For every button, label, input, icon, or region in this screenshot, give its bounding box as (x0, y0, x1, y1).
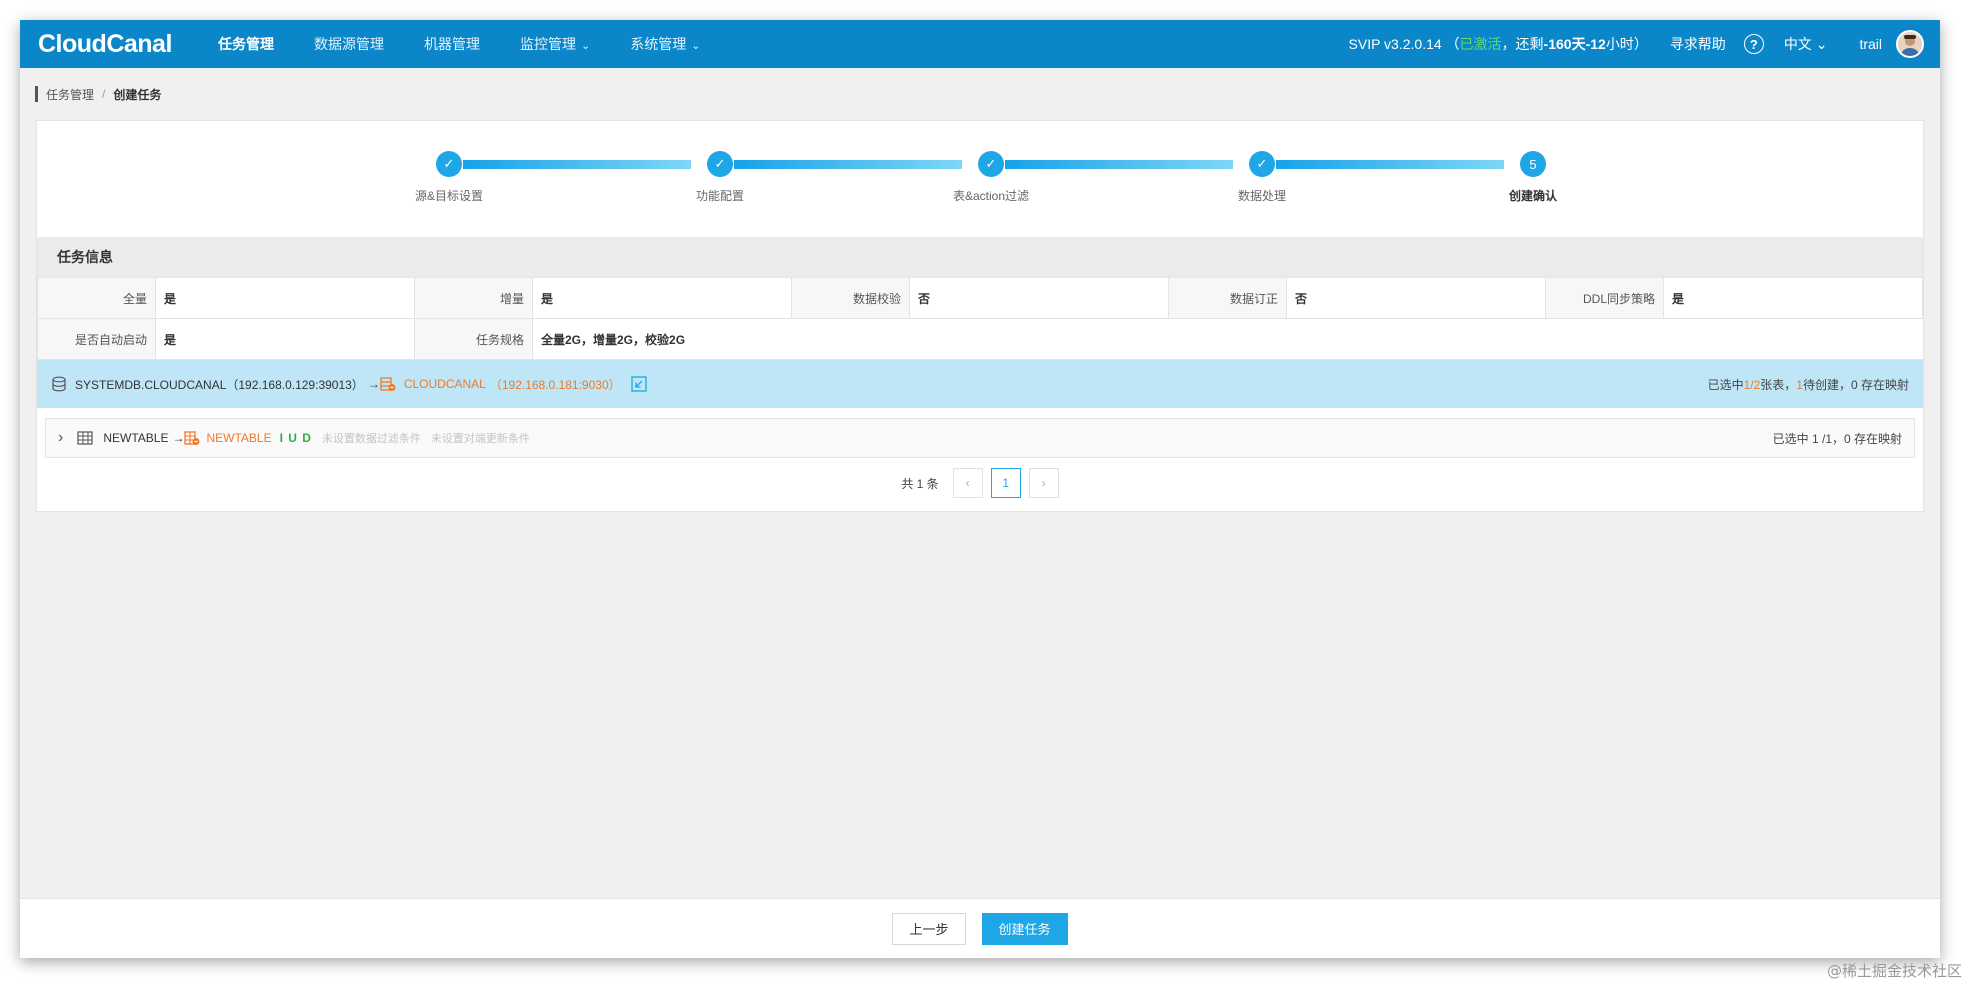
info-value: 否 (909, 277, 1169, 319)
footer-actions: 上一步 创建任务 (20, 898, 1940, 958)
task-info-title: 任务信息 (37, 237, 1923, 277)
app-logo[interactable]: CloudCanal (38, 30, 198, 59)
expand-icon[interactable]: › (58, 429, 63, 447)
nav-monitor-management[interactable]: 监控管理 ⌄ (500, 20, 610, 68)
update-condition-hint[interactable]: 未设置对端更新条件 (431, 430, 530, 446)
info-value: 否 (1286, 277, 1546, 319)
info-key: 是否自动启动 (37, 318, 156, 360)
step-connector (734, 160, 962, 169)
table-row: 是否自动启动 是 任务规格 全量2G，增量2G，校验2G (37, 318, 1923, 360)
create-task-button[interactable]: 创建任务 (981, 912, 1068, 945)
step-3-label: 表&action过滤 (952, 189, 1030, 203)
chevron-down-icon: ⌄ (581, 40, 591, 52)
username[interactable]: trail (1859, 36, 1882, 52)
step-5-number: 5 (1520, 151, 1546, 177)
info-value: 是 (155, 318, 415, 360)
question-icon[interactable]: ? (1743, 34, 1764, 54)
target-table: NEWTABLE (206, 431, 272, 445)
step-2-check-icon: ✓ (707, 151, 733, 177)
prev-page-button[interactable]: ‹ (952, 468, 983, 498)
nav-task-management[interactable]: 任务管理 (198, 20, 294, 68)
table-icon (77, 431, 93, 445)
info-key: DDL同步策略 (1545, 277, 1664, 319)
pagination: 共 1 条 ‹ 1 › (37, 468, 1923, 498)
step-4-label: 数据处理 (1237, 189, 1286, 203)
language-selector[interactable]: 中文 ⌄ (1784, 34, 1828, 54)
database-icon (52, 376, 66, 392)
stepper: ✓ 源&目标设置 ✓ 功能配置 ✓ 表&action过滤 ✓ 数据处理 5 创建… (37, 121, 1923, 237)
prev-step-button[interactable]: 上一步 (892, 912, 966, 945)
target-db-address: （192.168.0.181:9030） (489, 377, 621, 392)
top-navbar: CloudCanal 任务管理 数据源管理 机器管理 监控管理 ⌄ 系统管理 ⌄ S… (20, 20, 1940, 68)
step-1-label: 源&目标设置 (414, 189, 483, 203)
pagination-total: 共 1 条 (901, 476, 939, 491)
task-info-table: 全量 是 增量 是 数据校验 否 数据订正 否 DDL同步策略 是 是否自动启动… (37, 277, 1923, 360)
breadcrumb-parent[interactable]: 任务管理 (46, 86, 94, 103)
info-key: 数据订正 (1168, 277, 1287, 319)
next-page-button[interactable]: › (1028, 468, 1059, 498)
target-db-name: CLOUDCANAL (403, 377, 486, 391)
nav-system-management[interactable]: 系统管理 ⌄ (610, 20, 720, 68)
main-nav: 任务管理 数据源管理 机器管理 监控管理 ⌄ 系统管理 ⌄ (198, 20, 720, 68)
table-mapping-row[interactable]: › NEWTABLE → NEWTABLE I U D 未设置数据过滤条件 未设… (45, 418, 1915, 458)
info-key: 任务规格 (414, 318, 533, 360)
app-window: CloudCanal 任务管理 数据源管理 机器管理 监控管理 ⌄ 系统管理 ⌄ S… (20, 20, 1940, 958)
target-table-icon (184, 431, 200, 445)
avatar-icon (1901, 35, 1919, 56)
help-link[interactable]: 寻求帮助 (1670, 34, 1726, 54)
table-row: 全量 是 增量 是 数据校验 否 数据订正 否 DDL同步策略 是 (37, 277, 1923, 319)
arrow-right-icon: → (367, 377, 380, 391)
step-4-check-icon: ✓ (1249, 151, 1275, 177)
breadcrumb: 任务管理 / 创建任务 (35, 86, 161, 102)
avatar[interactable] (1896, 30, 1924, 58)
info-value: 是 (1663, 277, 1923, 319)
top-right-area: SVIP v3.2.0.14 （已激活，还剩-160天-12小时） 寻求帮助 ?… (1349, 20, 1940, 68)
step-2-label: 功能配置 (695, 189, 744, 203)
info-value: 全量2G，增量2G，校验2G (532, 318, 1923, 360)
info-key: 增量 (414, 277, 533, 319)
page-1-button[interactable]: 1 (990, 468, 1021, 498)
table-selection-summary: 已选中 1 /1，0 存在映射 (1772, 431, 1902, 446)
version-label: SVIP v3.2.0.14 （已激活，还剩-160天-12小时） (1348, 36, 1648, 52)
step-connector (1276, 160, 1504, 169)
chevron-down-icon: ⌄ (691, 40, 701, 52)
info-value: 是 (532, 277, 792, 319)
step-connector (1005, 160, 1233, 169)
nav-datasource-management[interactable]: 数据源管理 (294, 20, 404, 68)
arrow-right-icon: → (172, 431, 185, 445)
watermark: @稀土掘金技术社区 (1826, 962, 1962, 980)
db-mapping-row: SYSTEMDB.CLOUDCANAL（192.168.0.129:39013）… (37, 360, 1923, 408)
step-connector (463, 160, 691, 169)
collapse-icon[interactable] (630, 376, 647, 392)
info-key: 全量 (37, 277, 156, 319)
db-selection-summary: 已选中1/2张表，1待创建，0 存在映射 (1707, 377, 1909, 392)
step-3-check-icon: ✓ (978, 151, 1004, 177)
info-value: 是 (155, 277, 415, 319)
step-5-label: 创建确认 (1508, 189, 1557, 203)
target-db-icon (380, 377, 396, 391)
breadcrumb-separator: / (102, 87, 106, 101)
info-key: 数据校验 (791, 277, 910, 319)
filter-condition-hint[interactable]: 未设置数据过滤条件 (322, 430, 421, 446)
step-1-check-icon: ✓ (436, 151, 462, 177)
create-task-panel: ✓ 源&目标设置 ✓ 功能配置 ✓ 表&action过滤 ✓ 数据处理 5 创建… (36, 120, 1924, 512)
dml-actions: I U D (279, 431, 312, 445)
source-table: NEWTABLE (103, 431, 169, 445)
chevron-down-icon: ⌄ (1815, 36, 1828, 52)
nav-machine-management[interactable]: 机器管理 (404, 20, 500, 68)
breadcrumb-current: 创建任务 (113, 87, 162, 102)
source-db: SYSTEMDB.CLOUDCANAL（192.168.0.129:39013） (75, 377, 364, 392)
license-status: 已激活 (1459, 36, 1502, 52)
